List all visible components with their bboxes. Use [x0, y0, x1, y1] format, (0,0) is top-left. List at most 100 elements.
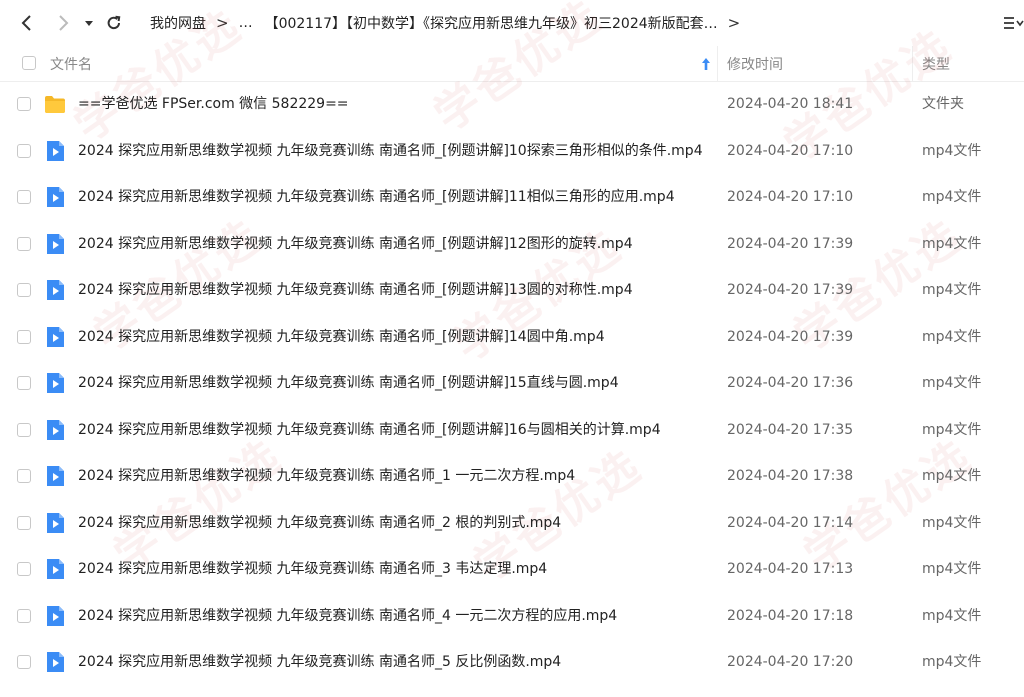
file-type: mp4文件: [922, 607, 982, 624]
file-name[interactable]: 2024 探究应用新思维数学视频 九年级竞赛训练 南通名师_[例题讲解]12图形…: [78, 221, 633, 267]
file-list-header: 文件名 修改时间 类型: [0, 46, 1024, 82]
file-name[interactable]: 2024 探究应用新思维数学视频 九年级竞赛训练 南通名师_[例题讲解]11相似…: [78, 174, 675, 220]
file-modified-time: 2024-04-20 17:35: [727, 421, 854, 438]
file-type: mp4文件: [922, 375, 982, 391]
file-name[interactable]: 2024 探究应用新思维数学视频 九年级竞赛训练 南通名师_1 一元二次方程.m…: [78, 453, 575, 499]
file-row[interactable]: 2024 探究应用新思维数学视频 九年级竞赛训练 南通名师_3 韦达定理.mp4…: [0, 546, 1024, 593]
column-divider[interactable]: [912, 46, 913, 81]
row-checkbox[interactable]: [17, 329, 31, 344]
video-file-icon: [44, 605, 66, 627]
file-modified-time: 2024-04-20 17:39: [727, 328, 854, 345]
view-mode-button[interactable]: [1000, 12, 1024, 34]
file-name[interactable]: 2024 探究应用新思维数学视频 九年级竞赛训练 南通名师_[例题讲解]16与圆…: [78, 407, 661, 453]
column-divider[interactable]: [717, 46, 718, 81]
video-file-icon: [44, 372, 66, 394]
breadcrumb-item-collapsed[interactable]: …: [239, 15, 253, 31]
file-row[interactable]: 2024 探究应用新思维数学视频 九年级竞赛训练 南通名师_[例题讲解]14圆中…: [0, 314, 1024, 361]
row-checkbox[interactable]: [17, 190, 31, 204]
row-checkbox[interactable]: [17, 469, 31, 483]
file-type: mp4文件: [922, 142, 982, 159]
row-checkbox[interactable]: [17, 608, 31, 623]
file-name[interactable]: ==学爸优选 FPSer.com 微信 582229==: [78, 81, 349, 127]
history-dropdown-button[interactable]: [78, 12, 100, 34]
file-modified-time: 2024-04-20 17:38: [727, 468, 854, 484]
column-header-type-label: 类型: [922, 56, 950, 73]
row-checkbox[interactable]: [17, 376, 31, 390]
file-type: mp4文件: [922, 328, 982, 345]
row-checkbox[interactable]: [17, 655, 31, 669]
file-name[interactable]: 2024 探究应用新思维数学视频 九年级竞赛训练 南通名师_[例题讲解]14圆中…: [78, 314, 605, 360]
file-type: mp4文件: [922, 654, 982, 670]
file-row[interactable]: 2024 探究应用新思维数学视频 九年级竞赛训练 南通名师_[例题讲解]11相似…: [0, 174, 1024, 221]
video-file-icon: [44, 233, 66, 255]
breadcrumb: 我的网盘 > … 【002117】【初中数学】《探究应用新思维九年级》初三202…: [150, 0, 750, 46]
file-modified-time: 2024-04-20 17:10: [727, 189, 854, 205]
file-row[interactable]: ==学爸优选 FPSer.com 微信 582229== 2024-04-20 1…: [0, 81, 1024, 128]
file-type: 文件夹: [922, 96, 964, 112]
video-file-icon: [44, 465, 66, 487]
row-checkbox[interactable]: [17, 236, 31, 251]
column-header-type[interactable]: 类型: [922, 46, 950, 81]
breadcrumb-item-root[interactable]: 我的网盘: [150, 13, 206, 33]
file-modified-time: 2024-04-20 17:14: [727, 514, 854, 531]
chevron-left-icon: [21, 15, 31, 31]
file-name[interactable]: 2024 探究应用新思维数学视频 九年级竞赛训练 南通名师_3 韦达定理.mp4: [78, 546, 547, 592]
file-row[interactable]: 2024 探究应用新思维数学视频 九年级竞赛训练 南通名师_[例题讲解]12图形…: [0, 221, 1024, 268]
file-modified-time: 2024-04-20 17:20: [727, 654, 854, 670]
column-header-name[interactable]: 文件名: [50, 46, 92, 81]
file-row[interactable]: 2024 探究应用新思维数学视频 九年级竞赛训练 南通名师_[例题讲解]13圆的…: [0, 267, 1024, 314]
file-modified-time: 2024-04-20 17:13: [727, 561, 854, 577]
refresh-icon: [107, 15, 121, 30]
file-row[interactable]: 2024 探究应用新思维数学视频 九年级竞赛训练 南通名师_[例题讲解]16与圆…: [0, 407, 1024, 454]
file-modified-time: 2024-04-20 18:41: [727, 96, 854, 112]
file-type: mp4文件: [922, 189, 982, 205]
row-checkbox[interactable]: [17, 143, 31, 158]
column-header-name-label: 文件名: [50, 56, 92, 73]
row-checkbox[interactable]: [17, 422, 31, 437]
file-row[interactable]: 2024 探究应用新思维数学视频 九年级竞赛训练 南通名师_[例题讲解]15直线…: [0, 360, 1024, 407]
row-checkbox[interactable]: [17, 283, 31, 297]
refresh-button[interactable]: [103, 12, 125, 34]
file-name[interactable]: 2024 探究应用新思维数学视频 九年级竞赛训练 南通名师_5 反比例函数.mp…: [78, 639, 561, 685]
column-header-modified[interactable]: 修改时间: [727, 46, 783, 81]
row-checkbox[interactable]: [17, 515, 31, 530]
forward-button[interactable]: [52, 12, 74, 34]
select-all-checkbox[interactable]: [22, 56, 36, 70]
file-name[interactable]: 2024 探究应用新思维数学视频 九年级竞赛训练 南通名师_4 一元二次方程的应…: [78, 593, 617, 639]
file-modified-time: 2024-04-20 17:36: [727, 375, 854, 391]
column-header-modified-label: 修改时间: [727, 56, 783, 73]
chevron-right-icon: >: [727, 14, 741, 32]
chevron-right-icon: >: [216, 14, 229, 32]
chevron-right-icon: [59, 15, 69, 31]
video-file-icon: [44, 651, 66, 673]
file-modified-time: 2024-04-20 17:18: [727, 607, 854, 624]
row-checkbox[interactable]: [17, 97, 31, 111]
file-row[interactable]: 2024 探究应用新思维数学视频 九年级竞赛训练 南通名师_4 一元二次方程的应…: [0, 593, 1024, 640]
back-button[interactable]: [16, 12, 38, 34]
list-view-icon: [1004, 17, 1024, 29]
file-name[interactable]: 2024 探究应用新思维数学视频 九年级竞赛训练 南通名师_[例题讲解]15直线…: [78, 360, 619, 406]
file-name[interactable]: 2024 探究应用新思维数学视频 九年级竞赛训练 南通名师_[例题讲解]13圆的…: [78, 267, 633, 313]
file-modified-time: 2024-04-20 17:39: [727, 235, 854, 252]
folder-icon: [44, 93, 66, 115]
file-name[interactable]: 2024 探究应用新思维数学视频 九年级竞赛训练 南通名师_[例题讲解]10探索…: [78, 128, 703, 174]
file-modified-time: 2024-04-20 17:10: [727, 142, 854, 159]
file-type: mp4文件: [922, 468, 982, 484]
file-name[interactable]: 2024 探究应用新思维数学视频 九年级竞赛训练 南通名师_2 根的判别式.mp…: [78, 500, 561, 546]
video-file-icon: [44, 558, 66, 580]
file-type: mp4文件: [922, 514, 982, 531]
breadcrumb-item-current[interactable]: 【002117】【初中数学】《探究应用新思维九年级》初三2024新版配套…: [265, 13, 718, 33]
file-type: mp4文件: [922, 561, 982, 577]
file-row[interactable]: 2024 探究应用新思维数学视频 九年级竞赛训练 南通名师_1 一元二次方程.m…: [0, 453, 1024, 500]
row-checkbox[interactable]: [17, 562, 31, 576]
video-file-icon: [44, 326, 66, 348]
file-row[interactable]: 2024 探究应用新思维数学视频 九年级竞赛训练 南通名师_2 根的判别式.mp…: [0, 500, 1024, 547]
video-file-icon: [44, 186, 66, 208]
sort-ascending-icon[interactable]: [701, 57, 711, 71]
file-row[interactable]: 2024 探究应用新思维数学视频 九年级竞赛训练 南通名师_[例题讲解]10探索…: [0, 128, 1024, 175]
video-file-icon: [44, 419, 66, 441]
file-row[interactable]: 2024 探究应用新思维数学视频 九年级竞赛训练 南通名师_5 反比例函数.mp…: [0, 639, 1024, 686]
file-type: mp4文件: [922, 235, 982, 252]
video-file-icon: [44, 140, 66, 162]
caret-down-icon: [85, 21, 93, 26]
